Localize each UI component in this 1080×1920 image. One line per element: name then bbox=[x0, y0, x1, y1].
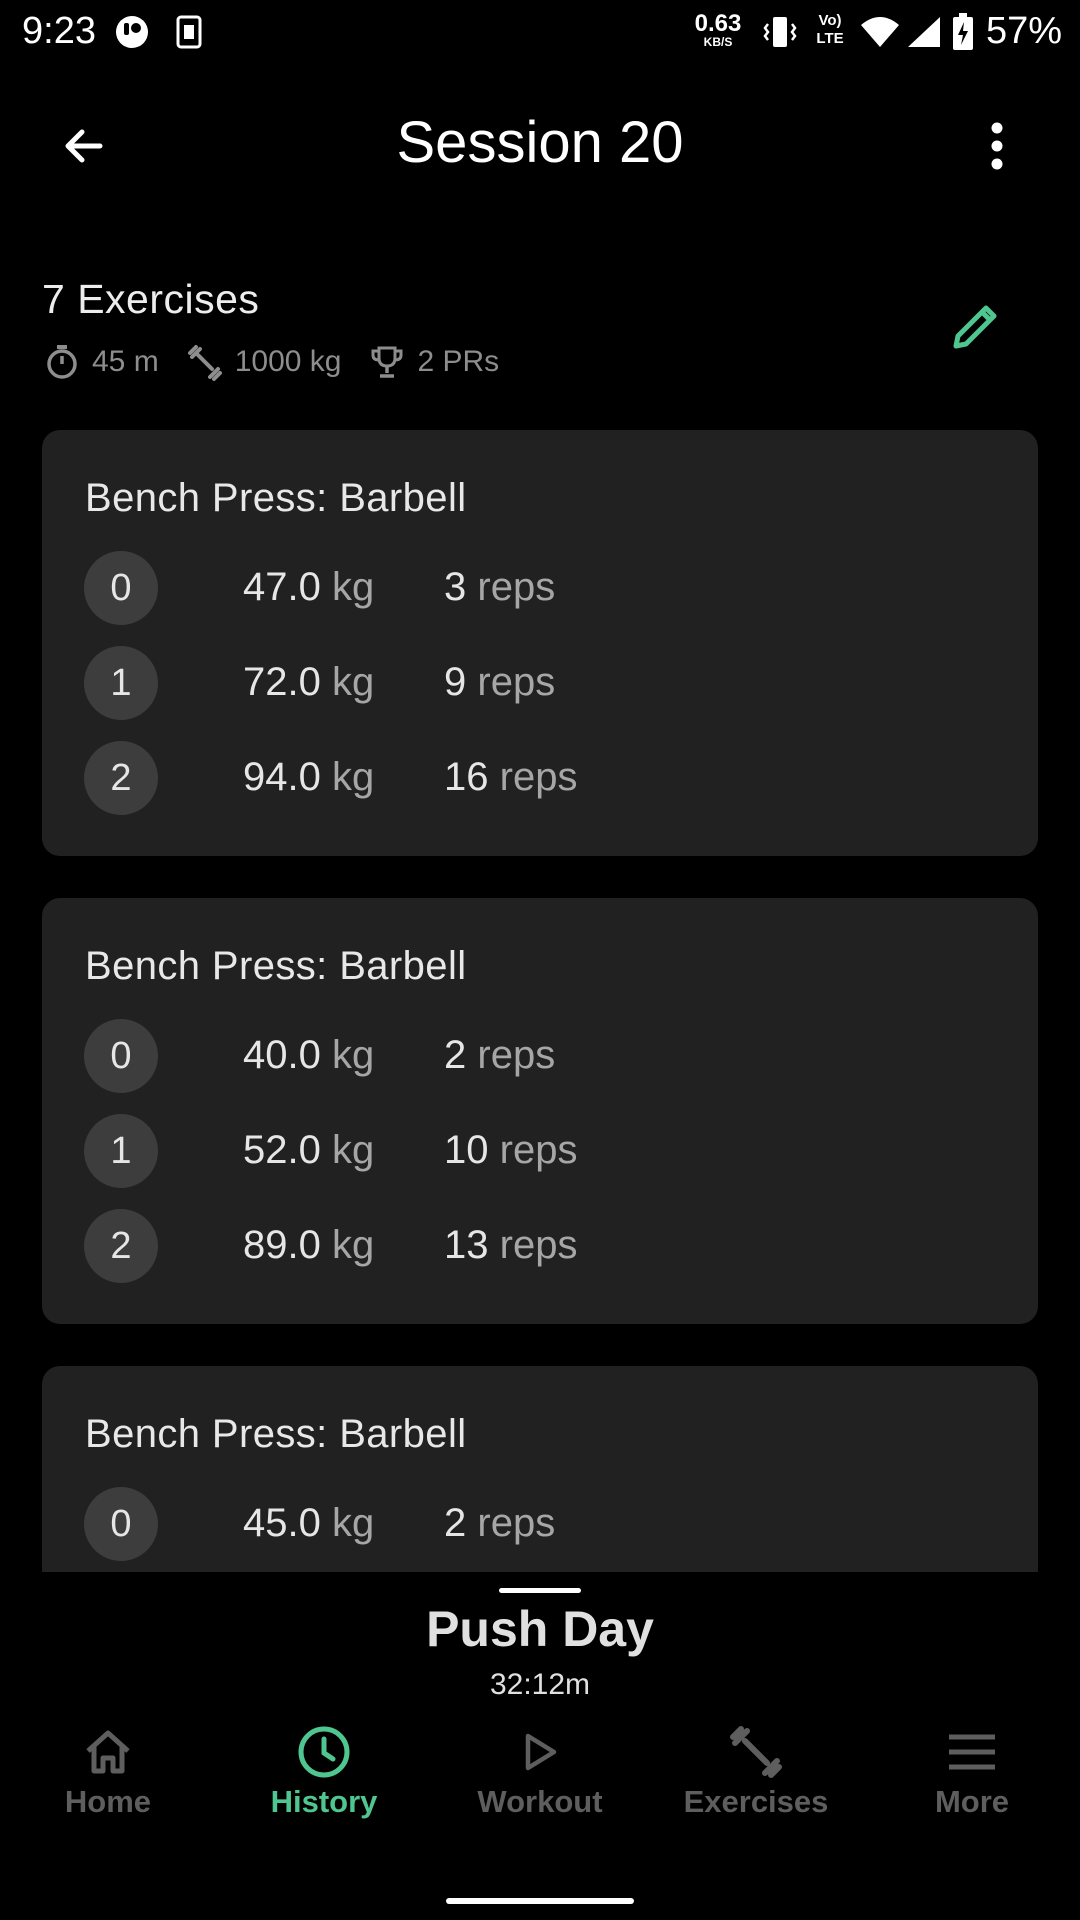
dumbbell-icon bbox=[726, 1722, 786, 1782]
more-vert-icon bbox=[991, 122, 1003, 170]
set-weight: 72.0 kg bbox=[243, 660, 375, 704]
wifi-icon bbox=[858, 12, 902, 52]
exercise-card[interactable]: Bench Press: Barbell 0 40.0 kg 2 reps 1 … bbox=[42, 898, 1038, 1324]
status-time: 9:23 bbox=[22, 10, 96, 52]
exercise-name: Bench Press: Barbell bbox=[85, 944, 467, 988]
set-reps: 16 reps bbox=[444, 755, 578, 799]
status-bar: 9:23 0.63 KB/S Vo) LTE 57% bbox=[0, 0, 1080, 64]
set-number-badge: 0 bbox=[84, 551, 158, 625]
bottom-navigation: Home History Workout Exercises More bbox=[0, 1722, 1080, 1862]
set-weight: 89.0 kg bbox=[243, 1223, 375, 1267]
nav-item-home[interactable]: Home bbox=[0, 1722, 216, 1862]
notification-app-icon bbox=[112, 12, 152, 52]
set-reps: 13 reps bbox=[444, 1223, 578, 1267]
set-row: 1 52.0 kg 10 reps bbox=[84, 1114, 984, 1188]
battery-percent: 57% bbox=[986, 10, 1063, 52]
active-workout-title: Push Day bbox=[426, 1601, 654, 1657]
set-number-badge: 0 bbox=[84, 1487, 158, 1561]
nav-item-workout[interactable]: Workout bbox=[432, 1722, 648, 1862]
set-number-badge: 1 bbox=[84, 1114, 158, 1188]
set-weight: 47.0 kg bbox=[243, 565, 375, 609]
nav-item-exercises[interactable]: Exercises bbox=[648, 1722, 864, 1862]
cell-signal-icon bbox=[904, 12, 944, 52]
timer-icon bbox=[42, 342, 82, 382]
set-reps: 10 reps bbox=[444, 1128, 578, 1172]
set-weight: 40.0 kg bbox=[243, 1033, 375, 1077]
edit-session-button[interactable] bbox=[946, 296, 1006, 356]
app-screen: 9:23 0.63 KB/S Vo) LTE 57% Session 20 7 … bbox=[0, 0, 1080, 1920]
set-row: 0 47.0 kg 3 reps bbox=[84, 551, 984, 625]
exercise-count: 7 Exercises bbox=[42, 276, 260, 322]
session-stats: 45 m 1000 kg 2 PRs bbox=[42, 340, 525, 384]
pencil-icon bbox=[953, 305, 997, 349]
active-workout-timer: 32:12m bbox=[489, 1668, 591, 1701]
set-row: 1 72.0 kg 9 reps bbox=[84, 646, 984, 720]
page-title: Session 20 bbox=[396, 110, 684, 175]
home-icon bbox=[78, 1722, 138, 1782]
set-number-badge: 0 bbox=[84, 1019, 158, 1093]
exercise-name: Bench Press: Barbell bbox=[85, 1412, 467, 1456]
volume-stat: 1000 kg bbox=[185, 342, 341, 382]
network-speed: 0.63 KB/S bbox=[694, 10, 742, 49]
set-number-badge: 1 bbox=[84, 646, 158, 720]
exercise-card[interactable]: Bench Press: Barbell 0 47.0 kg 3 reps 1 … bbox=[42, 430, 1038, 856]
volte-icon: Vo) LTE bbox=[816, 12, 844, 47]
set-reps: 2 reps bbox=[444, 1033, 556, 1077]
exercise-list[interactable]: Bench Press: Barbell 0 47.0 kg 3 reps 1 … bbox=[0, 430, 1080, 1572]
active-workout-banner[interactable]: Push Day 32:12m bbox=[0, 1572, 1080, 1722]
set-row: 2 89.0 kg 13 reps bbox=[84, 1209, 984, 1283]
dumbbell-icon bbox=[185, 342, 225, 382]
top-app-bar: Session 20 bbox=[0, 64, 1080, 224]
exercise-card[interactable]: Bench Press: Barbell 0 45.0 kg 2 reps bbox=[42, 1366, 1038, 1572]
exercise-name: Bench Press: Barbell bbox=[85, 476, 467, 520]
set-row: 2 94.0 kg 16 reps bbox=[84, 741, 984, 815]
duration-stat: 45 m bbox=[42, 342, 159, 382]
nav-item-more[interactable]: More bbox=[864, 1722, 1080, 1862]
prs-stat: 2 PRs bbox=[367, 342, 499, 382]
set-row: 0 40.0 kg 2 reps bbox=[84, 1019, 984, 1093]
set-number-badge: 2 bbox=[84, 741, 158, 815]
set-reps: 3 reps bbox=[444, 565, 556, 609]
set-reps: 2 reps bbox=[444, 1501, 556, 1545]
trophy-icon bbox=[367, 342, 407, 382]
menu-icon bbox=[942, 1722, 1002, 1782]
battery-charging-icon bbox=[948, 12, 978, 52]
nav-item-history[interactable]: History bbox=[216, 1722, 432, 1862]
set-weight: 52.0 kg bbox=[243, 1128, 375, 1172]
overflow-menu-button[interactable] bbox=[970, 114, 1024, 178]
drag-handle[interactable] bbox=[499, 1588, 581, 1593]
notification-k-icon bbox=[174, 12, 204, 52]
set-row: 0 45.0 kg 2 reps bbox=[84, 1487, 984, 1561]
set-number-badge: 2 bbox=[84, 1209, 158, 1283]
set-weight: 45.0 kg bbox=[243, 1501, 375, 1545]
vibrate-icon bbox=[760, 12, 800, 52]
set-weight: 94.0 kg bbox=[243, 755, 375, 799]
clock-icon bbox=[294, 1722, 354, 1782]
play-icon bbox=[510, 1722, 570, 1782]
gesture-home-indicator[interactable] bbox=[446, 1898, 634, 1904]
set-reps: 9 reps bbox=[444, 660, 556, 704]
